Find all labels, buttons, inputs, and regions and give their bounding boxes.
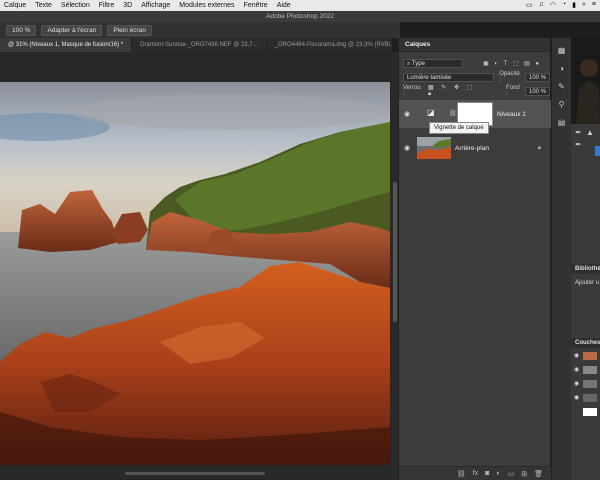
layers-panel-footer: ⛓ fx ◙ ◐ ▭ ⊞ 🗑︎ <box>399 466 551 480</box>
document-photo[interactable] <box>0 82 390 465</box>
fit-screen-button[interactable]: Adapter à l'écran <box>41 24 103 36</box>
eye-icon[interactable]: ◉ <box>404 110 410 118</box>
status-tray: ▭ ♫ ◠ ◔ ▮ ⌕ ≡ <box>526 1 596 9</box>
eye-icon[interactable]: ◉ <box>574 380 579 387</box>
trash-icon[interactable]: 🗑︎ <box>534 470 543 478</box>
lock-label: Verrou : <box>403 85 421 97</box>
menu-texte[interactable]: Texte <box>35 2 52 9</box>
libraries-panel-title[interactable]: Bibliothè <box>571 264 600 274</box>
lock-row: Verrou : ▦ ✎ ✥ ⬚ 🔒︎ Fond : 100 % <box>403 84 550 98</box>
tab-active-document[interactable]: @ 31% (Niveaux 1, Masque de fusion/16) * <box>0 38 133 52</box>
menu-fenetre[interactable]: Fenêtre <box>244 2 268 9</box>
blend-row: Lumière tamisée Opacité : 100 % <box>403 71 550 83</box>
tab-panorama[interactable]: _ORO4464-Panorama.dng @ 23,3% (RVB/... <box>267 38 392 52</box>
channel-thumbnail[interactable] <box>583 366 597 374</box>
wifi-icon[interactable]: ◠ <box>550 1 556 9</box>
menu-filtre[interactable]: Filtre <box>99 2 115 9</box>
eye-icon[interactable]: ◉ <box>574 394 579 401</box>
opacity-label: Opacité : <box>499 71 520 83</box>
right-panels: ✒ ▲ ✒ Bibliothè Ajouter u Couches ◉ ◉ ◉ … <box>571 38 600 480</box>
new-layer-icon[interactable]: ⊞ <box>521 470 527 478</box>
link-icon[interactable]: ⛓ <box>457 470 466 478</box>
layer-row-arriere-plan[interactable]: ◉ Arrière-plan 🔒︎ <box>399 134 551 162</box>
headphones-icon[interactable]: ♫ <box>539 1 544 9</box>
scrollbar-thumb[interactable] <box>125 472 265 475</box>
menu-3d[interactable]: 3D <box>123 2 132 9</box>
opacity-field[interactable]: 100 % <box>524 72 550 82</box>
cast-icon[interactable]: ▭ <box>526 1 533 9</box>
eyedropper-icon[interactable]: ⚲ <box>559 100 565 109</box>
app-title-bar: Adobe Photoshop 2022 <box>0 11 600 22</box>
channel-thumbnail[interactable] <box>583 394 597 402</box>
menu-calque[interactable]: Calque <box>4 2 26 9</box>
color-icon[interactable]: ◑ <box>559 64 564 73</box>
menu-affichage[interactable]: Affichage <box>141 2 170 9</box>
mask-icon[interactable]: ◙ <box>485 470 489 477</box>
blend-mode-select[interactable]: Lumière tamisée <box>403 72 495 82</box>
filter-type-label: Type <box>411 60 425 67</box>
levels-adjustment-icon[interactable]: ◪ <box>427 108 441 120</box>
triangle-icon[interactable]: ▲ <box>586 128 594 137</box>
eye-icon[interactable]: ◉ <box>574 366 579 373</box>
search-icon[interactable]: ⌕ <box>582 1 586 9</box>
lock-icon[interactable]: 🔒︎ <box>538 145 541 152</box>
accent-swatch[interactable] <box>595 146 600 156</box>
eye-icon[interactable]: ◉ <box>404 144 410 152</box>
full-screen-button[interactable]: Plein écran <box>107 24 152 36</box>
eye-icon[interactable]: ◉ <box>574 352 579 359</box>
channel-thumbnail[interactable] <box>583 380 597 388</box>
libraries-add-text: Ajouter u <box>575 280 600 286</box>
layer-thumbnail[interactable] <box>417 137 451 159</box>
scrollbar-thumb[interactable] <box>393 182 397 322</box>
seascape-image <box>0 82 390 465</box>
fill-label: Fond : <box>506 85 520 97</box>
menu-modules-externes[interactable]: Modules externes <box>179 2 234 9</box>
reference-photo <box>571 38 600 124</box>
panel-icon-column: ▦ ◑ ✎ ⚲ ▤ <box>551 38 571 480</box>
mask-channel-thumbnail[interactable] <box>583 408 597 416</box>
canvas-horizontal-scrollbar[interactable] <box>0 470 392 477</box>
tooltip: Vignette de calque <box>429 122 489 134</box>
layer-filter-select[interactable]: ⌕ Type <box>403 58 463 68</box>
lock-icons[interactable]: ▦ ✎ ✥ ⬚ 🔒︎ <box>428 84 486 98</box>
grid-icon[interactable]: ▦ <box>558 46 566 55</box>
layer-name-niveaux[interactable]: Niveaux 1 <box>497 111 526 118</box>
macos-menu-bar: Calque Texte Sélection Filtre 3D Afficha… <box>0 0 600 11</box>
menu-selection[interactable]: Sélection <box>61 2 90 9</box>
battery-icon[interactable]: ▮ <box>572 1 576 9</box>
channels-panel-title[interactable]: Couches <box>571 338 600 348</box>
chain-link-icon[interactable]: ⛓ <box>449 110 457 117</box>
channel-thumbnail[interactable] <box>583 352 597 360</box>
fx-icon[interactable]: fx <box>473 470 478 477</box>
options-bar: 100 % Adapter à l'écran Plein écran <box>0 22 400 38</box>
layers-panel: Calques ⌕ Type ▣ ◐ T ⬚ ▤ ● Lumière tamis… <box>398 38 551 480</box>
menu-aide[interactable]: Aide <box>277 2 291 9</box>
eyedropper-icon[interactable]: ✒ <box>575 140 582 149</box>
group-icon[interactable]: ▭ <box>508 470 515 478</box>
control-center-icon[interactable]: ≡ <box>592 1 596 9</box>
layer-name-arriere-plan[interactable]: Arrière-plan <box>455 145 489 152</box>
clock-icon[interactable]: ◔ <box>562 1 566 9</box>
canvas-area[interactable] <box>0 52 392 480</box>
adjustment-icon[interactable]: ◐ <box>496 470 500 477</box>
eyedropper-icon[interactable]: ✒ <box>575 128 582 137</box>
layer-filter-row: ⌕ Type ▣ ◐ T ⬚ ▤ ● <box>403 58 541 68</box>
brush-icon[interactable]: ✎ <box>558 82 565 91</box>
tab-dramont-sunrise[interactable]: Dramont-Sunrise-_ORO7436.NEF @ 23,7... <box>132 38 267 52</box>
document-tabs: @ 31% (Niveaux 1, Masque de fusion/16) *… <box>0 38 392 52</box>
filter-icons[interactable]: ▣ ◐ T ⬚ ▤ ● <box>483 60 541 67</box>
layers-panel-title[interactable]: Calques <box>399 38 550 52</box>
fill-field[interactable]: 100 % <box>524 86 550 96</box>
zoom-value-field[interactable]: 100 % <box>6 24 37 36</box>
swatches-icon[interactable]: ▤ <box>558 118 566 127</box>
